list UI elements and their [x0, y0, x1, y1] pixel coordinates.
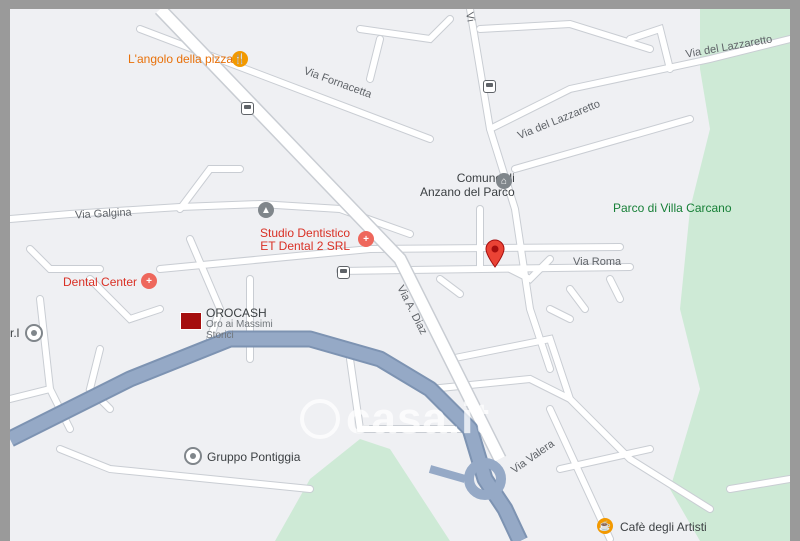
park-label[interactable]: Parco di Villa Carcano — [613, 202, 732, 214]
medical-icon[interactable]: + — [141, 273, 157, 289]
watermark-logo-icon — [300, 399, 340, 439]
restaurant-icon[interactable]: 🍴 — [232, 51, 248, 67]
store-logo-icon[interactable] — [180, 312, 202, 330]
place-name-angolo[interactable]: L'angolo della pizza — [128, 53, 233, 65]
place-name-cafe[interactable]: Cafè degli Artisti — [620, 521, 707, 533]
road-label-roma: Via Roma — [573, 256, 622, 268]
town-hall-icon[interactable]: ⌂ — [496, 173, 512, 189]
place-name-rl[interactable]: r.l — [10, 327, 19, 339]
place-icon[interactable] — [184, 447, 202, 465]
cafe-icon[interactable]: ☕ — [597, 518, 613, 534]
place-subtitle-orocash: Oro ai Massimi Storici — [206, 319, 273, 341]
watermark-text: casa.it — [346, 394, 490, 443]
park-area — [670, 9, 790, 541]
place-name-gruppo[interactable]: Gruppo Pontiggia — [207, 451, 300, 463]
bus-stop-icon[interactable] — [337, 266, 350, 279]
school-icon[interactable]: ▲ — [258, 202, 274, 218]
medical-icon[interactable]: + — [358, 231, 374, 247]
map-canvas[interactable]: casa.it Via Fornacetta Via del Lazzarett… — [10, 9, 790, 541]
bus-stop-icon[interactable] — [241, 102, 254, 115]
location-pin-icon[interactable] — [484, 238, 506, 268]
road-label-top: Vi — [463, 11, 477, 23]
place-name-orocash[interactable]: OROCASH — [206, 307, 267, 319]
place-name-studio[interactable]: Studio Dentistico ET Dental 2 SRL — [260, 227, 350, 253]
bus-stop-icon[interactable] — [483, 80, 496, 93]
place-name-dental-center[interactable]: Dental Center — [63, 276, 137, 288]
place-icon[interactable] — [25, 324, 43, 342]
map-frame: casa.it Via Fornacetta Via del Lazzarett… — [0, 0, 800, 541]
